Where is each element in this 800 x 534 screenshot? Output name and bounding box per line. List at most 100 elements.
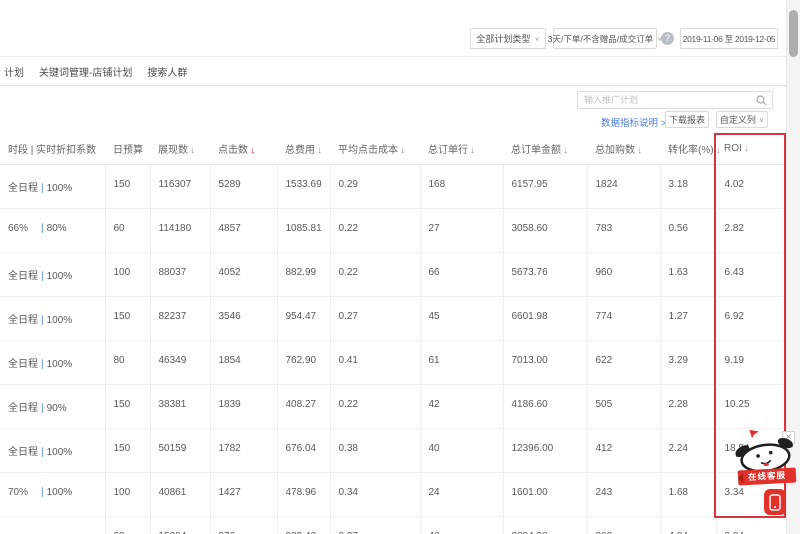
column-header-add_to_cart[interactable]: 总加购数 ↓ <box>587 133 660 165</box>
plan-type-select-label: 全部计划类型 <box>476 34 531 44</box>
table-body: 全日程 | 100% 150 116307 5289 1533.69 0.29 168 6157.… <box>0 164 786 534</box>
divider: | <box>41 314 44 326</box>
cell-daily_budget[interactable]: 150 <box>104 164 150 209</box>
cell-impressions: 116307 <box>149 164 210 209</box>
column-header-total_cost[interactable]: 总费用 ↓ <box>277 133 330 165</box>
divider: | <box>41 486 44 498</box>
schedule-value: 66% <box>8 222 29 234</box>
sort-desc-icon[interactable]: ↓ <box>400 145 405 156</box>
cell-schedule[interactable]: 全日程|100% <box>0 428 105 473</box>
column-header-roi[interactable]: ROI ↓ <box>716 133 786 165</box>
cell-impressions: 40861 <box>149 472 210 517</box>
schedule-value: 全日程 <box>8 270 38 282</box>
table-row: 70% | 100% 100 40861 1427 478.96 0.34 24 1601.00 2… <box>0 472 786 517</box>
tab-search-audience[interactable]: 搜索人群 <box>147 64 187 79</box>
cell-avg_cpc: 0.27 <box>329 296 420 341</box>
phone-icon[interactable] <box>764 489 786 515</box>
tab-plan[interactable]: 计划 <box>4 64 24 79</box>
cell-impressions: 15094 <box>149 516 210 534</box>
cell-schedule[interactable]: 66% | 80% <box>0 208 105 253</box>
schedule-value: 全日程 <box>8 314 38 326</box>
cell-impressions: 114180 <box>149 208 210 253</box>
tab-keyword-store-plan[interactable]: 关键词管理-店铺计划 <box>39 64 132 79</box>
cell-conversion_rate: 1.63 <box>659 252 716 297</box>
sort-desc-icon[interactable]: ↓ <box>190 145 195 156</box>
plan-type-select[interactable]: 全部计划类型 ∨ <box>470 28 546 49</box>
cell-schedule[interactable]: 70% | 100% <box>0 472 105 517</box>
cell-order_lines: 43 <box>419 516 503 534</box>
divider: | <box>41 270 44 282</box>
cell-total_cost: 339.40 <box>276 516 330 534</box>
sort-desc-icon[interactable]: ↓ <box>744 143 749 154</box>
cell-schedule[interactable]: 全日程|100% <box>0 164 105 209</box>
date-range-value: 2019-11-06 至 2019-12-05 <box>682 33 776 44</box>
cell-schedule[interactable]: 全日程|100% <box>0 296 105 341</box>
column-header-order_lines[interactable]: 总订单行 ↓ <box>420 133 503 165</box>
scrollbar-thumb[interactable] <box>789 10 798 57</box>
discount-value: 100% <box>46 486 73 498</box>
cell-daily_budget[interactable]: 60 <box>104 208 150 253</box>
cell-order_amount: 3058.60 <box>502 208 587 253</box>
cell-conversion_rate: 3.29 <box>659 340 716 385</box>
discount-value: 100% <box>46 358 73 370</box>
customize-columns-button[interactable]: 自定义列 ∨ <box>716 111 768 128</box>
cell-daily_budget[interactable]: 100 <box>104 252 150 297</box>
discount-value: 90% <box>46 402 67 414</box>
cell-daily_budget[interactable]: 150 <box>104 296 150 341</box>
cell-total_cost: 676.04 <box>276 428 330 473</box>
cell-schedule[interactable]: 全日程|100% <box>0 516 105 534</box>
column-header-order_amount[interactable]: 总订单金额 ↓ <box>503 133 587 165</box>
column-header-conversion_rate[interactable]: 转化率(%) ↓ <box>660 133 721 165</box>
cell-avg_cpc: 0.34 <box>329 472 420 517</box>
cell-daily_budget[interactable]: 100 <box>104 472 150 517</box>
sort-desc-icon[interactable]: ↓ <box>250 145 255 156</box>
divider: | <box>41 182 44 194</box>
cell-order_lines: 42 <box>419 384 503 429</box>
column-label: 平均点击成本 <box>338 144 398 156</box>
cell-daily_budget[interactable]: 60 <box>104 516 150 534</box>
cell-impressions: 50159 <box>149 428 210 473</box>
cell-schedule[interactable]: 全日程|100% <box>0 252 105 297</box>
cell-total_cost: 762.90 <box>276 340 330 385</box>
cell-add_to_cart: 960 <box>586 252 660 297</box>
divider: | <box>41 446 44 458</box>
sort-desc-icon[interactable]: ↓ <box>470 145 475 156</box>
cell-conversion_rate: 1.68 <box>659 472 716 517</box>
cell-daily_budget[interactable]: 150 <box>104 428 150 473</box>
column-label: ROI <box>724 142 742 154</box>
metric-select[interactable]: 3天/下单/不含赠品/成交订单 ∨ <box>548 28 662 49</box>
cell-impressions: 82237 <box>149 296 210 341</box>
cell-daily_budget[interactable]: 80 <box>104 340 150 385</box>
search-icon[interactable] <box>756 95 767 106</box>
cell-daily_budget[interactable]: 150 <box>104 384 150 429</box>
sort-desc-icon[interactable]: ↓ <box>637 145 642 156</box>
sort-desc-icon[interactable]: ↓ <box>317 145 322 156</box>
column-label: 时段 | 实时折扣系数 <box>8 144 97 156</box>
cell-order_lines: 61 <box>419 340 503 385</box>
date-range-picker[interactable]: 2019-11-06 至 2019-12-05 <box>680 28 778 49</box>
cell-schedule[interactable]: 全日程|100% <box>0 340 105 385</box>
cell-schedule[interactable]: 全日程 | 90% <box>0 384 105 429</box>
download-report-button[interactable]: 下载报表 <box>665 111 709 128</box>
campaign-table: 时段 | 实时折扣系数 日预算 展现数 ↓ 点击数 ↓ 总费用 ↓ 平均点击成本 ↓ 总订单行 ↓ 总订… <box>0 133 786 534</box>
cell-total_cost: 408.27 <box>276 384 330 429</box>
column-header-clicks[interactable]: 点击数 ↓ <box>210 133 277 165</box>
sort-desc-icon[interactable]: ↓ <box>563 145 568 156</box>
sort-desc-icon[interactable]: ↓ <box>716 145 721 156</box>
table-row: 66% | 80% 60 114180 4857 1085.81 0.22 27 3058.60 7… <box>0 208 786 253</box>
cell-conversion_rate: 2.28 <box>659 384 716 429</box>
cell-avg_cpc: 0.22 <box>329 208 420 253</box>
help-icon[interactable]: ? <box>661 32 674 45</box>
chat-banner[interactable]: 在线客服 <box>737 467 797 486</box>
header-row: 时段 | 实时折扣系数 日预算 展现数 ↓ 点击数 ↓ 总费用 ↓ 平均点击成本 ↓ 总订单行 ↓ 总订… <box>0 133 786 165</box>
search-input[interactable] <box>584 92 754 108</box>
table-row: 全日程 | 90% 150 38381 1839 408.27 0.22 42 4186.60 50… <box>0 384 786 429</box>
column-label: 总加购数 <box>595 144 635 156</box>
metrics-help-link[interactable]: 数据指标说明 > <box>601 115 666 129</box>
table-row: 全日程 | 100% 80 46349 1854 762.90 0.41 61 7013.00 62… <box>0 340 786 385</box>
cell-avg_cpc: 0.22 <box>329 384 420 429</box>
column-header-impressions[interactable]: 展现数 ↓ <box>150 133 210 165</box>
column-header-avg_cpc[interactable]: 平均点击成本 ↓ <box>330 133 420 165</box>
cell-order_amount: 4186.60 <box>502 384 587 429</box>
cell-total_cost: 882.99 <box>276 252 330 297</box>
